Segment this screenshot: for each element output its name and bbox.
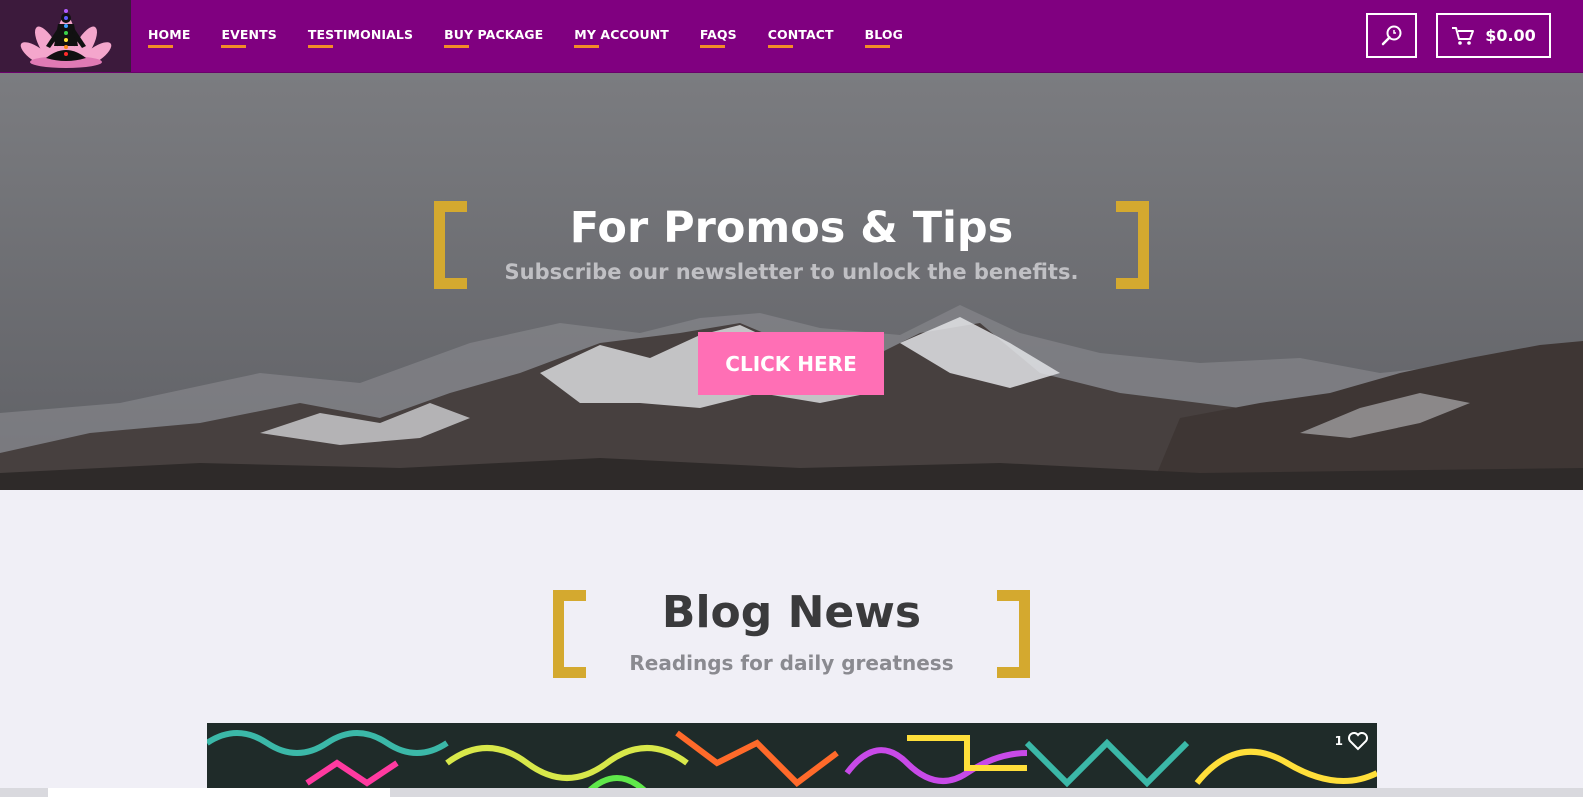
nav-item-contact[interactable]: CONTACT	[767, 27, 834, 48]
newsletter-hero: For Promos & Tips Subscribe our newslett…	[0, 73, 1583, 490]
search-button[interactable]	[1366, 13, 1417, 58]
search-icon	[1381, 25, 1401, 45]
psychedelic-pattern-image	[207, 723, 1377, 797]
hero-title: For Promos & Tips	[569, 203, 1014, 253]
nav-item-home[interactable]: HOME	[148, 27, 190, 48]
blog-section-subtitle: Readings for daily greatness	[629, 651, 954, 675]
bottom-browser-bar	[0, 788, 1583, 797]
like-counter[interactable]: 1	[1335, 731, 1369, 751]
cart-total: $0.00	[1485, 26, 1536, 45]
cart-button[interactable]: $0.00	[1436, 13, 1551, 58]
nav-item-buy-package[interactable]: BUY PACKAGE	[444, 27, 543, 48]
top-navigation: HOME EVENTS TESTIMONIALS BUY PACKAGE MY …	[0, 0, 1583, 73]
meditation-lotus-icon	[20, 9, 111, 68]
main-menu: HOME EVENTS TESTIMONIALS BUY PACKAGE MY …	[148, 0, 934, 72]
hero-subtitle: Subscribe our newsletter to unlock the b…	[504, 260, 1079, 284]
nav-item-testimonials[interactable]: TESTIMONIALS	[307, 27, 413, 48]
site-logo[interactable]	[0, 0, 131, 72]
nav-item-my-account[interactable]: MY ACCOUNT	[574, 27, 669, 48]
like-count: 1	[1334, 734, 1343, 748]
bottom-bar-segment	[48, 788, 390, 797]
cart-icon	[1452, 26, 1475, 45]
blog-section-title: Blog News	[661, 587, 922, 638]
blog-post-image[interactable]: 1	[207, 723, 1377, 797]
nav-item-events[interactable]: EVENTS	[221, 27, 277, 48]
click-here-button[interactable]: CLICK HERE	[698, 332, 884, 395]
nav-item-faqs[interactable]: FAQS	[699, 27, 737, 48]
nav-item-blog[interactable]: BLOG	[864, 27, 903, 48]
heart-icon	[1348, 732, 1368, 751]
